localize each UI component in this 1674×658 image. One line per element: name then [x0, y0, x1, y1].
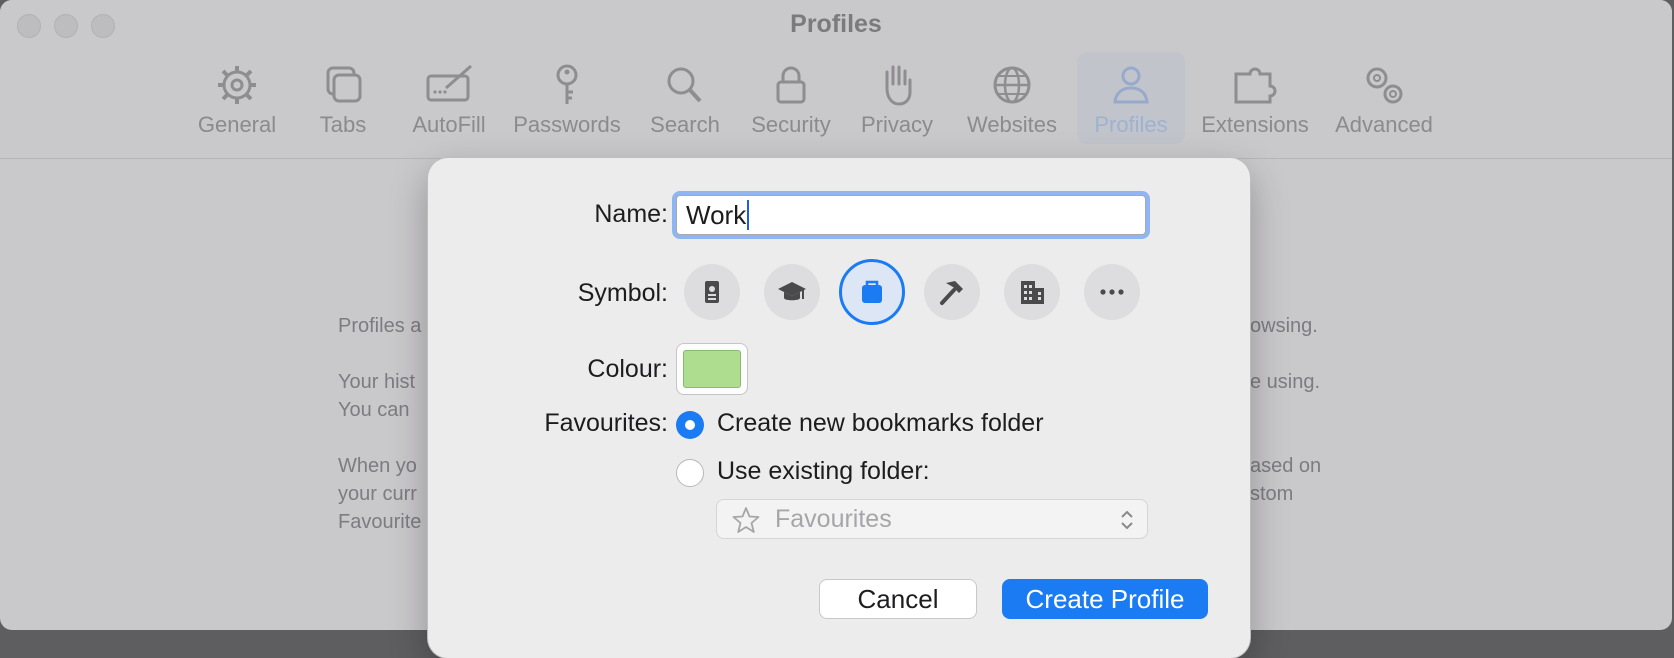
create-new-folder-label[interactable]: Create new bookmarks folder	[717, 409, 1044, 438]
profile-name-value: Work	[686, 200, 747, 230]
tab-privacy-label: Privacy	[860, 112, 934, 137]
tab-autofill[interactable]: AutoFill	[399, 52, 499, 144]
use-existing-folder-label[interactable]: Use existing folder:	[717, 457, 930, 486]
tab-advanced-label: Advanced	[1335, 112, 1433, 137]
tab-passwords[interactable]: Passwords	[505, 52, 629, 144]
hand-icon	[885, 65, 912, 106]
description-text: stom	[1250, 483, 1294, 505]
puzzle-icon	[1234, 67, 1277, 104]
tab-security[interactable]: Security	[741, 52, 841, 144]
person-icon	[1113, 66, 1149, 104]
tab-websites[interactable]: Websites	[953, 52, 1071, 144]
key-icon	[556, 64, 578, 104]
description-text: You can	[338, 399, 410, 421]
more-icon	[1100, 289, 1124, 295]
tab-extensions-label: Extensions	[1201, 112, 1309, 137]
symbol-option-graduation-cap[interactable]	[764, 264, 820, 320]
tab-profiles-label: Profiles	[1094, 112, 1168, 137]
description-text: Favourite	[338, 511, 422, 533]
star-icon	[732, 507, 760, 533]
tab-search[interactable]: Search	[635, 52, 735, 144]
magnifier-icon	[667, 67, 702, 103]
profile-name-input[interactable]: Work	[676, 195, 1146, 235]
description-text: owsing.	[1250, 315, 1318, 337]
symbol-option-building[interactable]	[1004, 264, 1060, 320]
symbol-option-briefcase[interactable]	[839, 259, 905, 325]
symbol-label: Symbol:	[577, 279, 668, 307]
description-text: Your hist	[338, 371, 416, 393]
tab-autofill-label: AutoFill	[412, 112, 486, 137]
symbol-option-hammer[interactable]	[924, 264, 980, 320]
colour-well[interactable]	[676, 343, 748, 395]
description-text: e using.	[1250, 371, 1321, 393]
gears-icon	[1366, 67, 1403, 104]
titlebar: Profiles General Tabs AutoFill Passwords…	[0, 0, 1672, 159]
symbol-option-id-badge[interactable]	[684, 264, 740, 320]
lock-icon	[776, 66, 806, 104]
tab-tabs-label: Tabs	[319, 112, 367, 137]
gear-icon	[218, 66, 256, 104]
favourites-label: Favourites:	[544, 409, 668, 437]
colour-fill	[683, 350, 741, 388]
hammer-icon	[940, 281, 963, 305]
tab-profiles[interactable]: Profiles	[1077, 52, 1185, 144]
tab-extensions[interactable]: Extensions	[1191, 52, 1319, 144]
globe-icon	[993, 66, 1031, 104]
name-label: Name:	[594, 200, 668, 228]
building-icon	[1021, 281, 1044, 304]
colour-label: Colour:	[587, 355, 668, 383]
description-text: Profiles a	[338, 315, 422, 337]
new-profile-sheet: Name: Work Symbol: Colour: Favourites: C…	[428, 158, 1250, 658]
text-caret	[747, 200, 750, 230]
description-text: your curr	[338, 483, 417, 505]
tab-search-label: Search	[650, 112, 720, 137]
window-title: Profiles	[790, 10, 882, 38]
tab-tabs[interactable]: Tabs	[293, 52, 393, 144]
folder-popup-value: Favourites	[775, 505, 892, 533]
symbol-option-more[interactable]	[1084, 264, 1140, 320]
preferences-toolbar: General Tabs AutoFill Passwords Search S…	[187, 52, 1449, 144]
id-badge-icon	[705, 281, 719, 303]
tab-passwords-label: Passwords	[513, 112, 621, 137]
tab-general-label: General	[197, 112, 277, 137]
cancel-button[interactable]: Cancel	[819, 579, 977, 619]
create-profile-button[interactable]: Create Profile	[1002, 579, 1208, 619]
folder-popup[interactable]: Favourites	[716, 499, 1148, 539]
chevron-up-down-icon	[1121, 510, 1133, 530]
tab-websites-label: Websites	[966, 112, 1058, 137]
autofill-icon	[426, 64, 472, 102]
tab-security-label: Security	[751, 112, 831, 137]
create-new-folder-radio[interactable]	[676, 411, 704, 439]
tab-advanced[interactable]: Advanced	[1325, 52, 1443, 144]
graduation-cap-icon	[778, 282, 806, 301]
description-text: When yo	[338, 455, 417, 477]
use-existing-folder-radio[interactable]	[676, 459, 704, 487]
description-text: ased on	[1250, 455, 1322, 477]
tab-general[interactable]: General	[187, 52, 287, 144]
tab-privacy[interactable]: Privacy	[847, 52, 947, 144]
tabs-icon	[326, 66, 362, 103]
briefcase-icon	[862, 280, 882, 303]
